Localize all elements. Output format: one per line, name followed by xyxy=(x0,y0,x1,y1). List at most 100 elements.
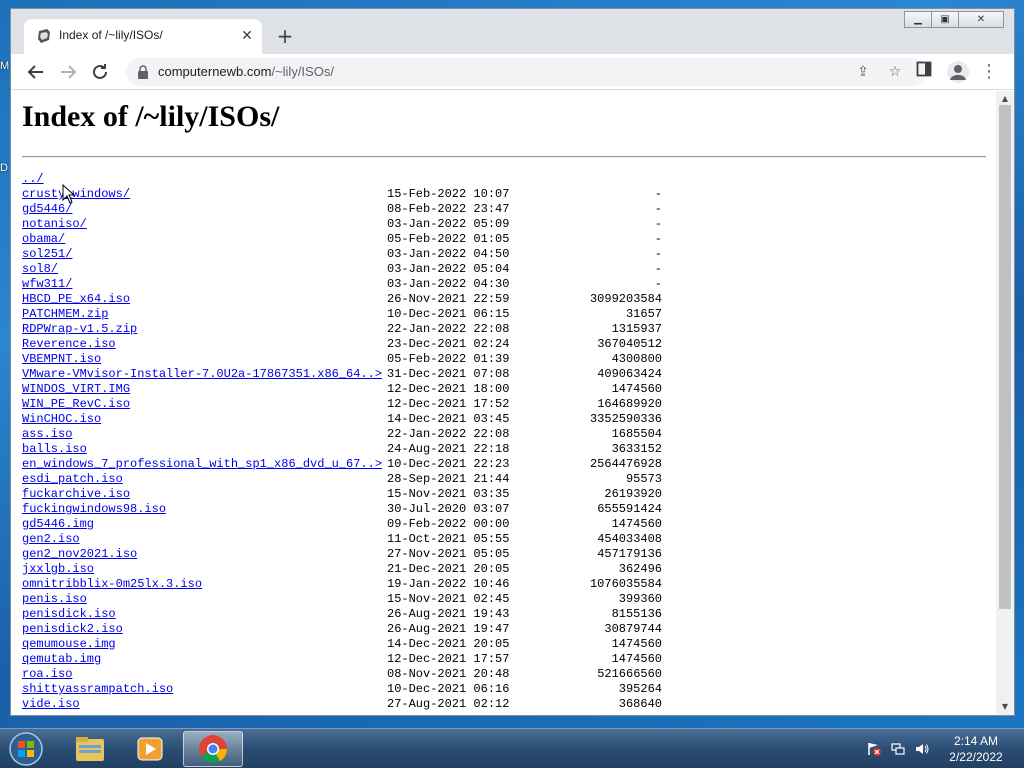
modified-date: 15-Feb-2022 10:07 xyxy=(387,187,510,201)
file-link[interactable]: gen2.iso xyxy=(22,532,80,547)
menu-button[interactable]: ⋮ xyxy=(977,60,1001,84)
file-size: 3633152 xyxy=(611,442,662,456)
table-row: gd5446.img 09-Feb-2022 00:00 1474560 xyxy=(22,517,982,532)
file-link[interactable]: esdi_patch.iso xyxy=(22,472,123,487)
table-row: obama/05-Feb-2022 01:05 - xyxy=(22,232,982,247)
modified-date: 10-Dec-2021 22:23 xyxy=(387,457,510,471)
file-link[interactable]: shittyassrampatch.iso xyxy=(22,682,173,697)
reload-icon xyxy=(93,64,107,79)
file-link[interactable]: gen2_nov2021.iso xyxy=(22,547,137,562)
scrollbar-thumb[interactable] xyxy=(999,105,1011,609)
scroll-up-icon[interactable]: ▲ xyxy=(1000,95,1010,103)
file-link[interactable]: wfw311/ xyxy=(22,277,72,292)
modified-date: 14-Dec-2021 20:05 xyxy=(387,637,510,651)
arrow-right-icon xyxy=(61,65,77,79)
start-button[interactable] xyxy=(6,730,46,768)
modified-date: 22-Jan-2022 22:08 xyxy=(387,427,510,441)
file-link[interactable]: WINDOS_VIRT.IMG xyxy=(22,382,130,397)
file-link[interactable]: sol251/ xyxy=(22,247,72,262)
file-link[interactable]: VBEMPNT.iso xyxy=(22,352,101,367)
back-button[interactable] xyxy=(24,60,48,84)
file-link[interactable]: PATCHMEM.zip xyxy=(22,307,108,322)
windows-logo-icon xyxy=(9,732,43,766)
taskbar-chrome[interactable] xyxy=(183,731,243,767)
file-link[interactable]: penisdick.iso xyxy=(22,607,116,622)
tab-title: Index of /~lily/ISOs/ xyxy=(59,28,163,42)
folder-icon xyxy=(76,737,104,761)
file-link[interactable]: fuckingwindows98.iso xyxy=(22,502,166,517)
share-icon[interactable]: ⇪ xyxy=(853,62,873,82)
file-size: 399360 xyxy=(618,592,662,606)
table-row: Reverence.iso 23-Dec-2021 02:24 367040512 xyxy=(22,337,982,352)
file-link[interactable]: VMware-VMvisor-Installer-7.0U2a-17867351… xyxy=(22,367,382,382)
person-icon xyxy=(950,65,966,80)
file-link[interactable]: gd5446.img xyxy=(22,517,94,532)
modified-date: 03-Jan-2022 05:09 xyxy=(387,217,510,231)
new-tab-button[interactable]: + xyxy=(274,25,296,47)
maximize-button[interactable]: ▣ xyxy=(931,11,958,28)
file-size: 655591424 xyxy=(597,502,662,516)
modified-date: 26-Nov-2021 22:59 xyxy=(387,292,510,306)
taskbar-explorer[interactable] xyxy=(60,731,120,767)
scroll-down-icon[interactable]: ▼ xyxy=(1000,703,1010,711)
favicon-icon xyxy=(38,29,50,43)
file-link[interactable]: gd5446/ xyxy=(22,202,72,217)
file-link[interactable]: HBCD_PE_x64.iso xyxy=(22,292,130,307)
browser-tab[interactable]: Index of /~lily/ISOs/ ✕ xyxy=(24,19,262,54)
minimize-button[interactable]: ▁ xyxy=(904,11,931,28)
file-link[interactable]: Reverence.iso xyxy=(22,337,116,352)
file-link[interactable]: fuckarchive.iso xyxy=(22,487,130,502)
file-size: 1076035584 xyxy=(589,577,662,591)
parent-directory-link[interactable]: ../ xyxy=(22,172,44,187)
reload-button[interactable] xyxy=(88,60,112,84)
file-size: - xyxy=(654,187,662,201)
close-tab-icon[interactable]: ✕ xyxy=(238,27,256,45)
side-panel-button[interactable] xyxy=(912,60,936,84)
file-size: 3099203584 xyxy=(589,292,662,306)
taskbar-media-player[interactable] xyxy=(120,731,180,767)
file-size: - xyxy=(654,247,662,261)
table-row: VBEMPNT.iso 05-Feb-2022 01:39 4300800 xyxy=(22,352,982,367)
file-link[interactable]: WinCHOC.iso xyxy=(22,412,101,427)
modified-date: 11-Oct-2021 05:55 xyxy=(387,532,510,546)
file-link[interactable]: vide.iso xyxy=(22,697,80,712)
file-link[interactable]: obama/ xyxy=(22,232,65,247)
file-link[interactable]: penis.iso xyxy=(22,592,87,607)
file-link[interactable]: qemumouse.img xyxy=(22,637,116,652)
profile-avatar[interactable] xyxy=(947,61,969,83)
modified-date: 03-Jan-2022 04:30 xyxy=(387,277,510,291)
close-window-button[interactable]: ✕ xyxy=(958,11,1004,28)
file-size: 1474560 xyxy=(611,637,662,651)
action-center-icon[interactable] xyxy=(866,741,882,757)
file-size: 409063424 xyxy=(597,367,662,381)
directory-listing: ../ crusty_windows/15-Feb-2022 10:07- gd5… xyxy=(22,172,982,712)
tab-strip: Index of /~lily/ISOs/ ✕ + ▁ ▣ ✕ xyxy=(11,9,1014,54)
file-link[interactable]: WIN_PE_RevC.iso xyxy=(22,397,130,412)
file-link[interactable]: roa.iso xyxy=(22,667,72,682)
url-path: /~lily/ISOs/ xyxy=(271,64,334,79)
volume-icon[interactable] xyxy=(914,741,930,757)
browser-window: Index of /~lily/ISOs/ ✕ + ▁ ▣ ✕ computer… xyxy=(10,8,1015,716)
file-link[interactable]: ass.iso xyxy=(22,427,72,442)
address-bar[interactable]: computernewb.com/~lily/ISOs/ ⇪ ☆ xyxy=(126,58,926,86)
scrollbar[interactable]: ▲ ▼ xyxy=(996,91,1014,715)
file-link[interactable]: RDPWrap-v1.5.zip xyxy=(22,322,137,337)
modified-date: 08-Feb-2022 23:47 xyxy=(387,202,510,216)
file-size: 521666560 xyxy=(597,667,662,681)
forward-button[interactable] xyxy=(56,60,80,84)
file-link[interactable]: omnitribblix-0m25lx.3.iso xyxy=(22,577,202,592)
table-row: gd5446/08-Feb-2022 23:47 - xyxy=(22,202,982,217)
file-link[interactable]: en_windows_7_professional_with_sp1_x86_d… xyxy=(22,457,382,472)
file-link[interactable]: balls.iso xyxy=(22,442,87,457)
file-link[interactable]: crusty_windows/ xyxy=(22,187,130,202)
modified-date: 15-Nov-2021 03:35 xyxy=(387,487,510,501)
table-row: shittyassrampatch.iso 10-Dec-2021 06:16 39… xyxy=(22,682,982,697)
file-link[interactable]: qemutab.img xyxy=(22,652,101,667)
network-icon[interactable] xyxy=(890,741,906,757)
system-clock[interactable]: 2:14 AM 2/22/2022 xyxy=(936,733,1016,765)
file-link[interactable]: notaniso/ xyxy=(22,217,87,232)
file-link[interactable]: penisdick2.iso xyxy=(22,622,123,637)
file-link[interactable]: sol8/ xyxy=(22,262,58,277)
bookmark-star-icon[interactable]: ☆ xyxy=(885,62,905,82)
file-link[interactable]: jxxlgb.iso xyxy=(22,562,94,577)
